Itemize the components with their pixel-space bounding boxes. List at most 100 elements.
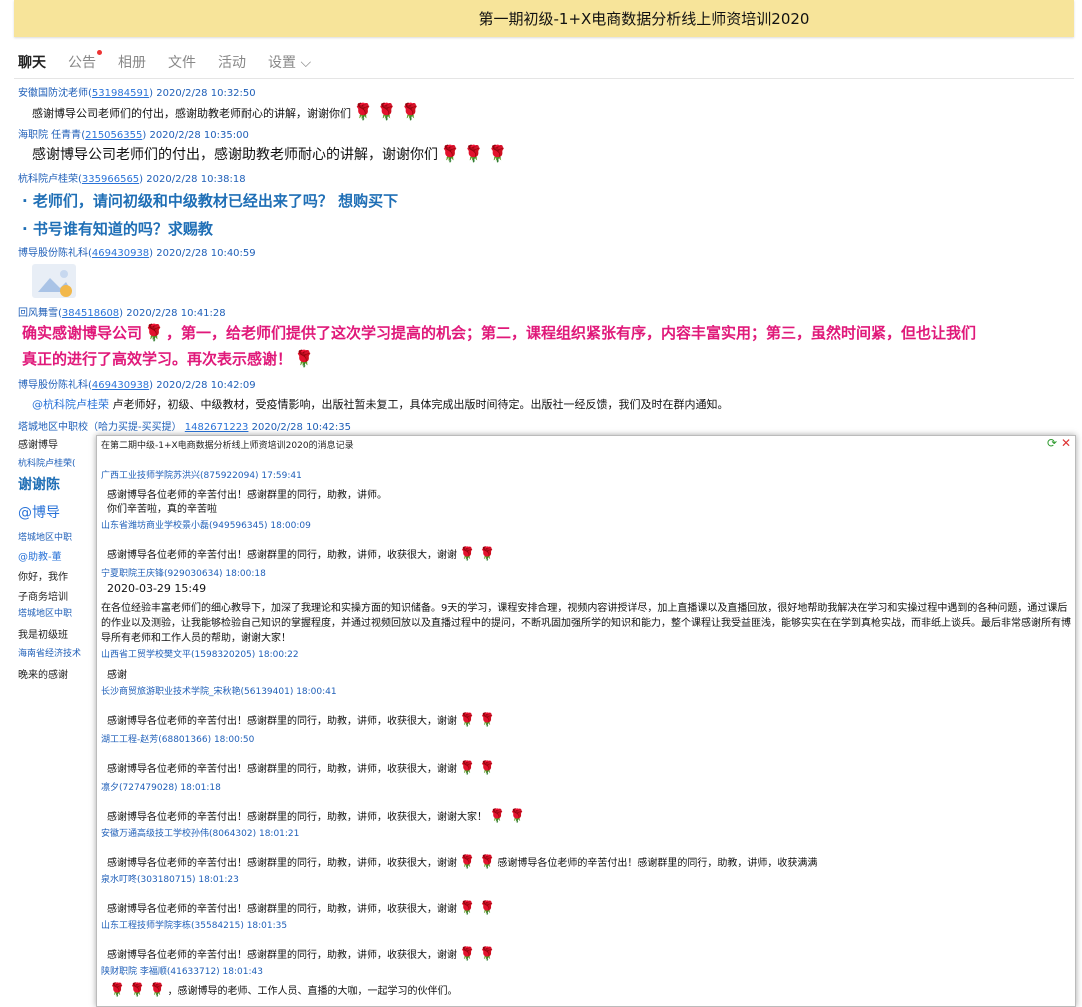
title-bar: 第一期初级-1+X电商数据分析线上师资培训2020 xyxy=(14,0,1074,37)
rose-icon: 🌹 xyxy=(129,983,146,998)
user-id-link[interactable]: 1482671223 xyxy=(185,422,249,433)
message-text: @杭科院卢桂荣 卢老师好，初级、中级教材，受疫情影响，出版社暂未复工，具体完成出… xyxy=(32,398,729,411)
record-header: 凛夕(727479028) 18:01:18 xyxy=(101,783,221,793)
partial-text: 子商务培训 xyxy=(18,592,68,603)
badge-dot xyxy=(97,50,102,55)
record-text: 感谢博导各位老师的辛苦付出！感谢群里的同行，助教，讲师，收获很大，谢谢 🌹 🌹 感谢博… xyxy=(107,855,818,870)
record-header: 长沙商贸旅游职业技术学院_宋秋艳(56139401) 18:00:41 xyxy=(101,687,337,697)
partial-text: 我是初级班 xyxy=(18,630,68,641)
rose-icon: 🌹 xyxy=(489,809,506,824)
record-header: 山东工程技师学院李栋(35584215) 18:01:35 xyxy=(101,921,288,931)
image-placeholder-icon[interactable] xyxy=(32,264,76,298)
rose-icon: 🌹 xyxy=(440,144,460,163)
window-controls: ⟳ ✕ xyxy=(1047,436,1071,450)
message-text: 感谢博导公司老师们的付出，感谢助教老师耐心的讲解，谢谢你们 🌹 🌹 🌹 xyxy=(32,102,421,121)
rose-icon: 🌹 xyxy=(479,947,496,962)
user-id-link[interactable]: 384518608 xyxy=(62,308,119,319)
rose-icon: 🌹 xyxy=(509,809,526,824)
rose-icon: 🌹 xyxy=(353,102,373,121)
rose-icon: 🌹 xyxy=(144,323,164,342)
user-id-link[interactable]: 335966565 xyxy=(82,174,139,185)
refresh-icon[interactable]: ⟳ xyxy=(1047,436,1057,450)
user-id-link[interactable]: 531984591 xyxy=(92,88,149,99)
tab-album[interactable]: 相册 xyxy=(118,52,146,74)
record-header: 泉水叮咚(303180715) 18:01:23 xyxy=(101,875,239,885)
message-text: 真正的进行了高效学习。再次表示感谢！ 🌹 xyxy=(22,349,314,368)
rose-icon: 🌹 xyxy=(459,855,476,870)
user-id-link[interactable]: 469430938 xyxy=(92,380,149,391)
partial-text: @博导 xyxy=(18,505,60,521)
rose-icon: 🌹 xyxy=(400,102,421,121)
record-text: 🌹 🌹 🌹 ，感谢博导的老师、工作人员、直播的大咖，一起学习的伙伴们。 xyxy=(109,983,458,998)
message-text: 确实感谢博导公司 🌹 ，第一，给老师们提供了这次学习提高的机会；第二，课程组织紧张有… xyxy=(22,323,976,342)
rose-icon: 🌹 xyxy=(479,855,496,870)
partial-text: 晚来的感谢 xyxy=(18,670,68,681)
record-text: 感谢博导各位老师的辛苦付出！感谢群里的同行，助教，讲师。 xyxy=(107,490,387,501)
message-header: 博导股份陈礼科(469430938) 2020/2/28 10:40:59 xyxy=(18,248,256,259)
message-text: · 书号谁有知道的吗？求赐教 xyxy=(22,220,213,238)
message-text: 感谢博导公司老师们的付出，感谢助教老师耐心的讲解，谢谢你们 🌹 🌹 🌹 xyxy=(32,144,508,163)
partial-text: @助教-董 xyxy=(18,552,62,563)
window-title: 第一期初级-1+X电商数据分析线上师资培训2020 xyxy=(478,10,810,28)
partial-text: 塔城地区中职 xyxy=(18,533,73,543)
rose-icon: 🌹 xyxy=(294,349,314,368)
divider xyxy=(14,78,1074,79)
rose-icon: 🌹 xyxy=(479,547,496,562)
record-text: 感谢博导各位老师的辛苦付出！感谢群里的同行，助教，讲师，收获很大，谢谢 🌹 🌹 xyxy=(107,713,496,728)
rose-icon: 🌹 xyxy=(376,102,397,121)
rose-icon: 🌹 xyxy=(459,901,476,916)
partial-text: 杭科院卢桂荣( xyxy=(18,459,76,469)
record-header: 山东省潍坊商业学校景小磊(949596345) 18:00:09 xyxy=(101,521,311,531)
record-text: 感谢博导各位老师的辛苦付出！感谢群里的同行，助教，讲师，收获很大，谢谢 🌹 🌹 xyxy=(107,947,496,962)
message-header: 塔城地区中职校（哈力买提-买买提） 1482671223 2020/2/28 1… xyxy=(18,422,351,433)
partial-text: 海南省经济技术 xyxy=(18,649,82,659)
message-header: 海职院 任青青(215056355) 2020/2/28 10:35:00 xyxy=(18,130,249,141)
rose-icon: 🌹 xyxy=(109,983,126,998)
user-id-link[interactable]: 469430938 xyxy=(92,248,149,259)
partial-text: 感谢博导 xyxy=(18,440,58,451)
tab-settings[interactable]: 设置 ⌵ xyxy=(268,52,311,74)
record-text: 你们辛苦啦，真的辛苦啦 xyxy=(107,504,217,515)
record-header: 宁夏职院王庆锋(929030634) 18:00:18 xyxy=(101,569,266,579)
record-header: 安徽万通高级技工学校孙伟(8064302) 18:01:21 xyxy=(101,829,300,839)
record-header: 湖工工程-赵芳(68801366) 18:00:50 xyxy=(101,735,255,745)
close-icon[interactable]: ✕ xyxy=(1061,436,1071,450)
record-text: 的作业以及测验，让我能够检验自己知识的掌握程度，并通过视频回放以及直播过程中的提… xyxy=(101,618,1071,629)
rose-icon: 🌹 xyxy=(459,947,476,962)
record-text: 在各位经验丰富老师们的细心教导下，加深了我理论和实操方面的知识储备。9天的学习，… xyxy=(101,603,1068,614)
mention-link[interactable]: @杭科院卢桂荣 xyxy=(32,398,109,411)
tab-announcement[interactable]: 公告 xyxy=(68,50,102,74)
record-header: 广西工业技师学院苏洪兴(875922094) 17:59:41 xyxy=(101,471,302,481)
rose-icon: 🌹 xyxy=(479,761,496,776)
record-text: 感谢博导各位老师的辛苦付出！感谢群里的同行，助教，讲师，收获很大，谢谢 🌹 🌹 xyxy=(107,901,496,916)
record-header: 陕财职院 李福顺(41633712) 18:01:43 xyxy=(101,967,263,977)
rose-icon: 🌹 xyxy=(149,983,166,998)
record-text: 导所有老师和工作人员的帮助，谢谢大家！ xyxy=(101,633,291,644)
record-text: 感谢博导各位老师的辛苦付出！感谢群里的同行，助教，讲师，收获很大，谢谢 🌹 🌹 xyxy=(107,761,496,776)
rose-icon: 🌹 xyxy=(459,761,476,776)
partial-text: 塔城地区中职 xyxy=(18,609,73,619)
message-header: 回风舞雪(384518608) 2020/2/28 10:41:28 xyxy=(18,308,226,319)
rose-icon: 🌹 xyxy=(463,144,484,163)
tab-files[interactable]: 文件 xyxy=(168,52,196,74)
rose-icon: 🌹 xyxy=(459,547,476,562)
message-header: 博导股份陈礼科(469430938) 2020/2/28 10:42:09 xyxy=(18,380,256,391)
rose-icon: 🌹 xyxy=(487,144,508,163)
partial-text: 你好，我作 xyxy=(18,572,68,583)
rose-icon: 🌹 xyxy=(479,901,496,916)
partial-text: 谢谢陈 xyxy=(18,477,60,493)
rose-icon: 🌹 xyxy=(479,713,496,728)
record-header: 山西省工贸学校樊文平(1598320205) 18:00:22 xyxy=(101,650,299,660)
record-window-title: 在第二期中级-1+X电商数据分析线上师资培训2020的消息记录 xyxy=(101,441,354,451)
message-record-window: 在第二期中级-1+X电商数据分析线上师资培训2020的消息记录 ⟳ ✕ 广西工业… xyxy=(96,435,1076,1007)
message-header: 安徽国防沈老师(531984591) 2020/2/28 10:32:50 xyxy=(18,88,256,99)
tab-bar: 聊天 公告 相册 文件 活动 设置 ⌵ xyxy=(18,50,333,74)
tab-activity[interactable]: 活动 xyxy=(218,52,246,74)
message-text: · 老师们，请问初级和中级教材已经出来了吗？ 想购买下 xyxy=(22,192,399,210)
message-header: 杭科院卢桂荣(335966565) 2020/2/28 10:38:18 xyxy=(18,174,246,185)
record-text: 感谢博导各位老师的辛苦付出！感谢群里的同行，助教，讲师，收获很大，谢谢大家！ 🌹 🌹 xyxy=(107,809,526,824)
rose-icon: 🌹 xyxy=(459,713,476,728)
tab-chat[interactable]: 聊天 xyxy=(18,52,46,74)
user-id-link[interactable]: 215056355 xyxy=(85,130,142,141)
record-text: 2020-03-29 15:49 xyxy=(107,582,207,595)
